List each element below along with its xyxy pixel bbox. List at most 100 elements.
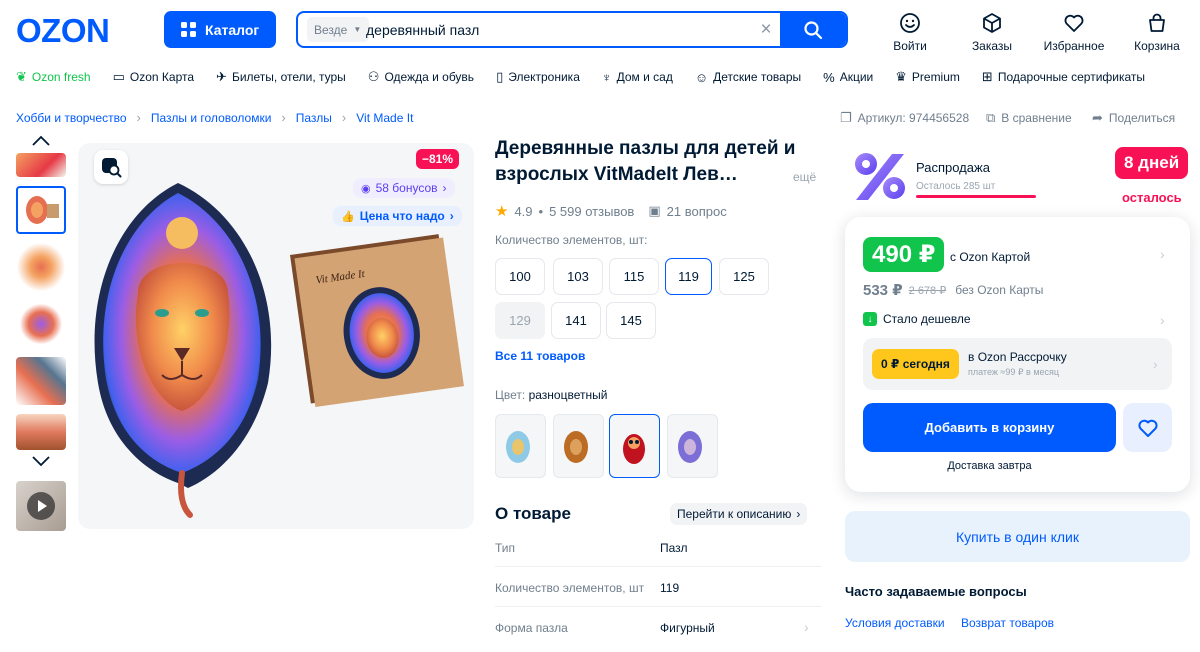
nav-item-clothes[interactable]: ⚇ Одежда и обувь <box>368 69 474 85</box>
color-variant[interactable] <box>553 414 604 478</box>
search-scope-select[interactable]: Везде ▼ <box>298 13 370 46</box>
share-label: Поделиться <box>1108 111 1176 125</box>
chevron-down-icon[interactable] <box>16 455 66 473</box>
thumbnail[interactable] <box>16 243 66 291</box>
sale-title: Распродажа <box>916 160 990 175</box>
nav-item-electronics[interactable]: ▯ Электроника <box>496 69 580 85</box>
header-login[interactable]: Войти <box>871 12 949 53</box>
lion-puzzle-image: Vit Made It <box>94 183 464 518</box>
thumbnail[interactable] <box>16 153 66 177</box>
color-variant[interactable] <box>495 414 546 478</box>
plant-icon: ♆ <box>601 69 612 85</box>
coin-icon: ◉ <box>361 182 371 195</box>
faq-title: Часто задаваемые вопросы <box>845 584 1027 599</box>
count-option[interactable]: 115 <box>609 258 659 295</box>
header-favorites[interactable]: Избранное <box>1035 12 1113 53</box>
nav-label: Ozon Карта <box>129 70 195 84</box>
copy-icon: ❐ <box>840 110 852 125</box>
rating-row[interactable]: ★ 4.9 • 5 599 отзывов ▣ 21 вопрос <box>495 202 727 220</box>
phone-icon: ▯ <box>496 69 504 84</box>
header-orders[interactable]: Заказы <box>953 12 1031 53</box>
goto-description-button[interactable]: Перейти к описанию › <box>670 503 808 525</box>
color-variant[interactable] <box>667 414 718 478</box>
thumbnail[interactable] <box>16 414 66 450</box>
search-input[interactable] <box>360 13 752 46</box>
chevron-right-icon[interactable]: › <box>1160 312 1165 328</box>
about-section-title: О товаре <box>495 504 571 523</box>
thumbnail[interactable] <box>16 300 66 348</box>
breadcrumb-item[interactable]: Пазлы <box>296 111 332 125</box>
breadcrumb-item[interactable]: Vit Made It <box>356 111 413 125</box>
header-cart[interactable]: Корзина <box>1118 12 1196 53</box>
ozon-logo[interactable]: OZON <box>16 14 110 47</box>
color-label: Цвет: разноцветный <box>495 388 607 402</box>
reviews-count[interactable]: 5 599 отзывов <box>549 204 634 219</box>
bonus-badge[interactable]: ◉ 58 бонусов › <box>353 178 455 198</box>
faq-link-delivery[interactable]: Условия доставки <box>845 616 945 630</box>
catalog-button[interactable]: Каталог <box>164 11 276 48</box>
nav-item-promo[interactable]: % Акции <box>823 70 873 85</box>
chevron-right-icon[interactable]: › <box>1153 356 1158 372</box>
thumbnail-selected[interactable] <box>16 186 66 234</box>
arrow-down-icon: ↓ <box>863 312 877 326</box>
count-option[interactable]: 141 <box>551 302 601 339</box>
title-more-link[interactable]: ещё <box>793 170 816 184</box>
breadcrumb-item[interactable]: Пазлы и головоломки <box>151 111 272 125</box>
visual-search-button[interactable] <box>94 150 128 184</box>
faq-link-returns[interactable]: Возврат товаров <box>961 616 1054 630</box>
nav-item-home[interactable]: ♆ Дом и сад <box>602 70 673 85</box>
article-number[interactable]: ❐ Артикул: 974456528 <box>840 110 969 126</box>
main-product-image[interactable]: Vit Made It <box>78 143 474 529</box>
count-option[interactable]: 100 <box>495 258 545 295</box>
installment-today: 0 ₽ сегодня <box>872 349 959 379</box>
nav-item-kids[interactable]: ☺ Детские товары <box>695 70 801 85</box>
clear-search-icon[interactable]: × <box>752 19 780 41</box>
share-button[interactable]: ➦ Поделиться <box>1092 110 1175 126</box>
spec-key: Тип <box>495 541 516 555</box>
favorite-button[interactable] <box>1123 403 1172 452</box>
search-bar: Везде▼ × <box>296 11 848 48</box>
count-label: Количество элементов, шт: <box>495 233 648 247</box>
chevron-right-icon[interactable]: › <box>1160 246 1165 262</box>
color-variant-selected[interactable] <box>609 414 660 478</box>
nav-item-tickets[interactable]: ✈ Билеты, отели, туры <box>216 69 346 85</box>
compare-label: В сравнение <box>1001 111 1072 125</box>
header-favorites-label: Избранное <box>1043 39 1105 53</box>
price-dropped-row[interactable]: ↓ Стало дешевле <box>863 312 971 326</box>
count-option[interactable]: 125 <box>719 258 769 295</box>
nav-item-ozon-card[interactable]: ▭ Ozon Карта <box>113 69 194 85</box>
category-nav: ❦ Ozon fresh ▭ Ozon Карта ✈ Билеты, отели, … <box>16 67 1167 87</box>
spec-value: Пазл <box>660 541 688 555</box>
count-option-selected[interactable]: 119 <box>665 258 712 295</box>
crown-icon: ♛ <box>895 69 907 84</box>
search-button[interactable] <box>780 13 846 46</box>
nav-label: Билеты, отели, туры <box>231 70 346 84</box>
installment-subtitle: платеж ≈99 ₽ в месяц <box>968 367 1060 377</box>
card-price[interactable]: 490 ₽ <box>863 237 945 272</box>
buy-one-click-button[interactable]: Купить в один клик <box>845 511 1190 562</box>
nav-item-premium[interactable]: ♛ Premium <box>895 69 960 85</box>
days-left-badge: 8 дней <box>1115 147 1189 179</box>
image-search-icon <box>102 158 122 178</box>
add-to-cart-button[interactable]: Добавить в корзину <box>863 403 1116 452</box>
good-price-badge[interactable]: 👍 Цена что надо › <box>333 206 462 226</box>
nav-item-ozon-fresh[interactable]: ❦ Ozon fresh <box>16 69 91 85</box>
questions-count[interactable]: 21 вопрос <box>667 204 727 219</box>
card-icon: ▭ <box>112 69 125 84</box>
play-icon <box>27 492 55 520</box>
video-thumbnail[interactable] <box>16 481 66 531</box>
all-products-link[interactable]: Все 11 товаров <box>495 349 585 363</box>
count-option-unavailable[interactable]: 129 <box>495 302 545 339</box>
days-left-label: осталось <box>1122 190 1182 205</box>
count-option[interactable]: 103 <box>553 258 603 295</box>
thumbnail[interactable] <box>16 357 66 405</box>
chevron-up-icon[interactable] <box>16 135 66 153</box>
breadcrumb-item[interactable]: Хобби и творчество <box>16 111 127 125</box>
sale-percent-icon <box>852 150 908 202</box>
nav-item-gift-cards[interactable]: ⊞ Подарочные сертификаты <box>982 69 1145 85</box>
heart-icon <box>1137 419 1158 437</box>
count-option[interactable]: 145 <box>606 302 656 339</box>
delivery-info: Доставка завтра <box>947 460 1032 472</box>
compare-button[interactable]: ⧉ В сравнение <box>986 110 1072 126</box>
chevron-right-icon[interactable]: › <box>804 619 809 635</box>
